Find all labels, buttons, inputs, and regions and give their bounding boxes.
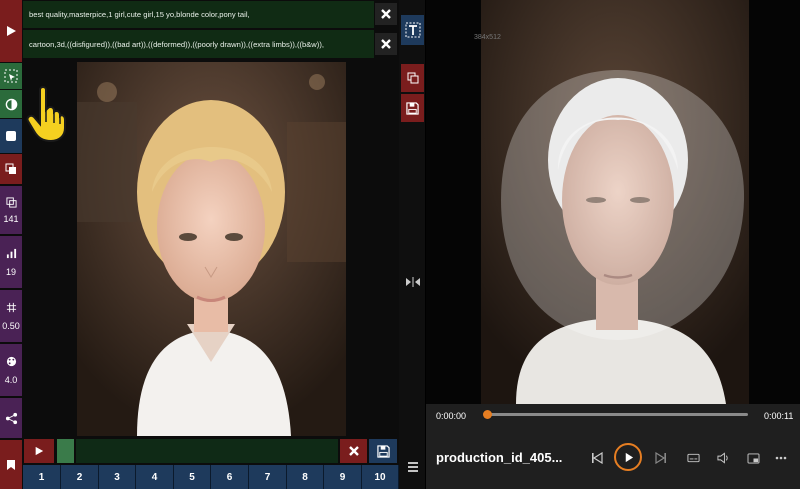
clear-negative-button[interactable] [375,33,397,55]
text-tool-button[interactable] [401,15,424,45]
steps-button[interactable]: 19 [0,236,22,288]
save-button[interactable] [369,439,397,463]
mirror-button[interactable] [401,268,424,296]
page-button-3[interactable]: 3 [99,465,136,489]
page-button-8[interactable]: 8 [287,465,324,489]
time-total: 0:00:11 [764,411,794,421]
play-icon [7,26,16,36]
volume-icon [716,452,728,464]
denoise-button[interactable]: 0.50 [0,290,22,342]
page-number: 4 [151,471,158,483]
steps-value: 19 [5,266,16,277]
page-button-10[interactable]: 10 [362,465,399,489]
subtitles-button[interactable] [682,448,704,468]
select-tool-button[interactable] [0,63,22,89]
batch-count-button[interactable]: 141 [0,186,22,234]
cfg-button[interactable]: 4.0 [0,344,22,396]
page-number: 1 [38,471,45,483]
bookmark-button[interactable] [0,440,22,489]
play-queue-button[interactable] [24,439,54,463]
skip-next-icon [655,452,666,464]
clear-positive-button[interactable] [375,3,397,25]
page-button-7[interactable]: 7 [249,465,287,489]
portrait-image [77,62,346,436]
positive-prompt-field[interactable]: best quality,masterpice,1 girl,cute girl… [23,1,374,28]
page-number: 2 [76,471,83,483]
page-number: 10 [374,471,386,483]
page-button-9[interactable]: 9 [324,465,362,489]
close-icon [348,446,359,456]
batch-count-value: 141 [3,213,19,224]
video-player: 384x512 0:00:00 0:00:11 production_id_40… [426,0,800,489]
page-number: 8 [302,471,308,483]
rounded-square-icon [6,131,16,141]
negative-prompt-text: cartoon,3d,((disfigured)),((bad art)),((… [29,39,324,49]
time-current: 0:00:00 [436,411,467,421]
save-icon [406,101,419,115]
subtitles-icon [686,453,700,463]
volume-button[interactable] [712,448,734,468]
denoise-value: 0.50 [2,320,20,331]
seek-bar[interactable] [483,410,748,419]
cfg-value: 4.0 [4,374,18,385]
bars-icon [6,248,16,258]
negative-prompt-field[interactable]: cartoon,3d,((disfigured)),((bad art)),((… [23,30,374,58]
page-number: 9 [339,471,346,483]
page-number: 7 [264,471,271,483]
layers-icon [5,163,16,174]
positive-prompt-text: best quality,masterpice,1 girl,cute girl… [29,10,250,19]
page-number: 6 [226,471,233,483]
filename-field[interactable] [76,439,338,463]
play-button[interactable] [614,443,642,471]
page-button-1[interactable]: 1 [23,465,61,489]
text-icon [405,22,420,38]
page-number: 5 [189,471,195,483]
mask-button[interactable] [0,119,22,153]
close-icon [381,9,391,19]
page-button-6[interactable]: 6 [211,465,249,489]
save-image-button[interactable] [401,94,424,122]
page-button-4[interactable]: 4 [136,465,174,489]
more-icon [775,456,787,460]
save-icon [376,444,390,458]
picture-in-picture-button[interactable] [742,448,764,468]
seek-handle[interactable] [483,410,492,419]
mini-player-icon [747,452,759,464]
palette-icon [6,356,16,366]
bookmark-icon [7,459,15,470]
video-image [426,0,800,404]
previous-button[interactable] [586,448,608,468]
hand-cursor-icon [26,86,66,143]
page-number: 3 [114,471,120,483]
video-title: production_id_405... [436,450,563,465]
skip-previous-icon [592,452,603,464]
copy-button[interactable] [401,64,424,92]
page-button-5[interactable]: 5 [174,465,211,489]
resolution-label: 384x512 [474,34,501,41]
page-button-2[interactable]: 2 [61,465,99,489]
workflow-button[interactable] [0,398,22,438]
play-icon [35,446,44,456]
layer-button[interactable] [0,154,22,184]
selection-icon [4,69,18,83]
contrast-icon [5,98,17,110]
mirror-icon [405,277,420,287]
video-frame[interactable]: 384x512 [426,0,800,404]
nodes-icon [5,412,17,424]
hamburger-icon [407,462,418,472]
play-icon [625,452,633,462]
delete-button[interactable] [340,439,367,463]
close-icon [381,39,391,49]
generated-image[interactable] [77,62,346,436]
color-swatch[interactable] [57,439,74,463]
grid-icon [6,302,16,312]
editor-panel: 141 19 0.50 4.0 best quality,masterpice,… [0,0,425,489]
run-button[interactable] [0,0,22,62]
contrast-button[interactable] [0,90,22,118]
more-options-button[interactable] [770,448,792,468]
menu-button[interactable] [401,453,424,481]
copy-icon [407,72,418,84]
next-button[interactable] [650,448,672,468]
copies-icon [5,196,17,208]
